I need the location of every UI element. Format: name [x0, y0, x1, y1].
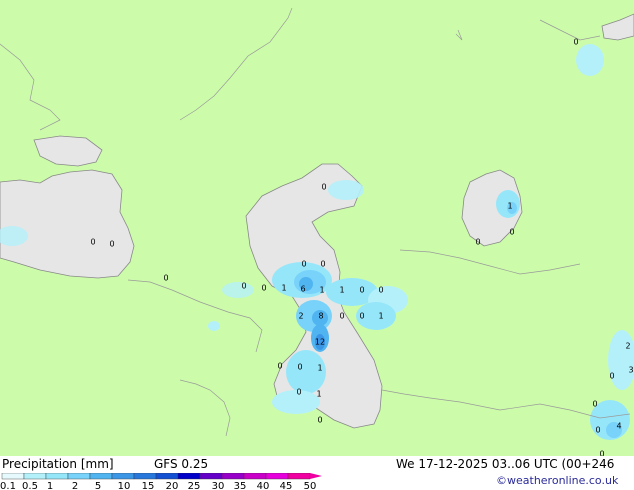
scale-tick-label: 2: [72, 481, 78, 490]
scale-swatch: [23, 473, 47, 480]
label-black-sea-1: 0: [90, 238, 95, 247]
credit-text: ©weatheronline.co.uk: [496, 474, 619, 487]
scale-swatch: [177, 473, 201, 480]
label-balkhash: 0: [475, 238, 480, 247]
label-far-east-3: 0: [609, 372, 614, 381]
label-south-caspian-b: 8: [318, 312, 323, 321]
scale-tick-label: 20: [166, 481, 179, 490]
label-south-caspian-d: 0: [359, 312, 364, 321]
scale-swatch: [265, 473, 289, 480]
label-far-east-2: 3: [628, 366, 633, 375]
legend-bar: Precipitation [mm] GFS 0.25 We 17-12-202…: [0, 456, 634, 490]
label-caucasus: 0: [163, 274, 168, 283]
label-iran-5: 1: [316, 390, 321, 399]
label-aral-2: 0: [509, 228, 514, 237]
scale-arrow: [310, 473, 322, 479]
label-mid-caspian-a: 0: [301, 260, 306, 269]
scale-tick-label: 0.1: [0, 481, 16, 490]
label-south-caspian-12: 12: [315, 338, 325, 347]
color-scale: 0.1 0.5 1 2 5 10 15 20 25 30 35 40 45 50: [0, 473, 322, 490]
label-far-east-5: 0: [595, 426, 600, 435]
scale-swatch: [287, 473, 311, 480]
valid-time: We 17-12-2025 03..06 UTC (00+246: [396, 457, 615, 471]
label-south-caspian-c: 0: [339, 312, 344, 321]
precipitation-map: 0 0 0 0 0 0 0 1 0 0 6 1 1 0 0 1 0 2 8 0 …: [0, 0, 634, 456]
scale-ticks: 0.1 0.5 1 2 5 10 15 20 25 30 35 40 45 50: [0, 481, 316, 490]
scale-tick-label: 0.5: [22, 481, 38, 490]
label-georgia-2: 0: [261, 284, 266, 293]
label-mid-caspian-d: 1: [319, 286, 324, 295]
map-area: 0 0 0 0 0 0 0 1 0 0 6 1 1 0 0 1 0 2 8 0 …: [0, 0, 634, 456]
scale-tick-label: 15: [142, 481, 155, 490]
scale-tick-label: 40: [257, 481, 270, 490]
label-georgia: 0: [241, 282, 246, 291]
scale-tick-label: 35: [234, 481, 247, 490]
label-ural-east: 0: [592, 400, 597, 409]
black-sea: [0, 169, 135, 279]
scale-swatches: [1, 473, 322, 480]
scale-tick-label: 5: [95, 481, 101, 490]
label-iran-3: 1: [317, 364, 322, 373]
scale-tick-label: 30: [212, 481, 225, 490]
scale-swatch: [199, 473, 223, 480]
label-iran-4: 0: [296, 388, 301, 397]
scale-swatch: [111, 473, 135, 480]
label-aral-1: 1: [507, 202, 512, 211]
scale-swatch: [221, 473, 245, 480]
label-georgia-3: 1: [281, 284, 286, 293]
scale-tick-label: 25: [188, 481, 201, 490]
scale-swatch: [155, 473, 179, 480]
model-name: GFS 0.25: [154, 457, 209, 471]
scale-swatch: [1, 473, 25, 480]
scale-swatch: [133, 473, 157, 480]
label-south-caspian-e: 1: [378, 312, 383, 321]
label-black-sea-2: 0: [109, 240, 114, 249]
label-south-caspian-a: 2: [298, 312, 303, 321]
label-far-east-1: 2: [625, 342, 630, 351]
label-iran-2: 0: [297, 363, 302, 372]
label-ne-steppe: 0: [573, 38, 578, 47]
label-mid-caspian-e: 1: [339, 286, 344, 295]
product-title: Precipitation [mm]: [2, 457, 114, 471]
label-far-east-4: 4: [616, 422, 621, 431]
label-iran-6: 0: [317, 416, 322, 425]
scale-swatch: [89, 473, 113, 480]
label-mid-caspian-g: 0: [378, 286, 383, 295]
scale-tick-label: 50: [304, 481, 317, 490]
label-north-caspian: 0: [321, 183, 326, 192]
label-mid-caspian-f: 0: [359, 286, 364, 295]
scale-tick-label: 10: [118, 481, 131, 490]
scale-tick-label: 1: [47, 481, 53, 490]
label-mid-caspian-c: 6: [300, 285, 305, 294]
scale-tick-label: 45: [280, 481, 293, 490]
label-iran-1: 0: [277, 362, 282, 371]
scale-swatch: [45, 473, 69, 480]
label-mid-caspian-b: 0: [320, 260, 325, 269]
scale-swatch: [67, 473, 91, 480]
scale-swatch: [243, 473, 267, 480]
